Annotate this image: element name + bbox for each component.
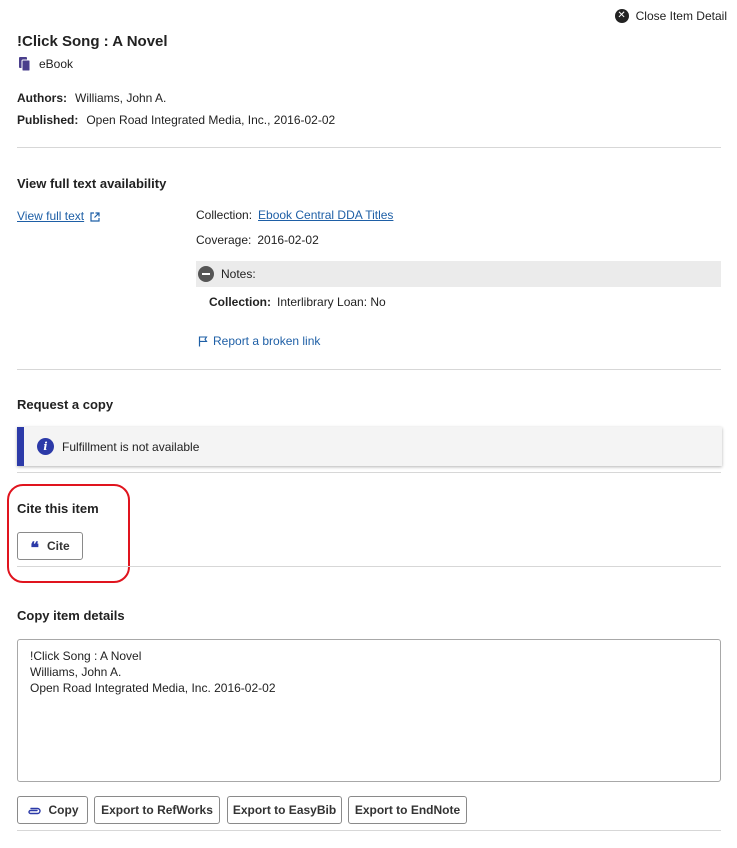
report-broken-link[interactable]: Report a broken link xyxy=(198,334,320,348)
request-heading: Request a copy xyxy=(17,397,114,412)
highlight-annotation xyxy=(7,484,130,583)
copy-details-heading: Copy item details xyxy=(17,608,125,623)
collection-link[interactable]: Ebook Central DDA Titles xyxy=(258,208,393,222)
coverage-field: Coverage: 2016-02-02 xyxy=(196,233,319,247)
close-icon: ✕ xyxy=(614,9,629,23)
info-icon: i xyxy=(37,438,54,455)
notes-label: Notes: xyxy=(221,267,256,281)
fulfillment-info-box: i Fulfillment is not available xyxy=(17,427,722,466)
authors-label: Authors: xyxy=(17,91,67,105)
close-item-detail-label: Close Item Detail xyxy=(635,9,727,23)
view-full-text-link[interactable]: View full text xyxy=(17,209,100,223)
paperclip-icon xyxy=(27,805,41,815)
export-endnote-label: Export to EndNote xyxy=(354,803,461,817)
item-format-label: eBook xyxy=(39,57,74,71)
note-collection-value: Interlibrary Loan: No xyxy=(277,295,386,309)
published-value: Open Road Integrated Media, Inc., 2016-0… xyxy=(86,113,336,127)
flag-icon xyxy=(198,335,208,347)
authors-value: Williams, John A. xyxy=(75,91,167,105)
export-easybib-label: Export to EasyBib xyxy=(232,803,337,817)
external-link-icon xyxy=(90,211,100,222)
item-format: eBook xyxy=(19,57,73,71)
collapse-icon xyxy=(198,266,214,282)
notes-toggle[interactable]: Notes: xyxy=(196,261,721,287)
close-item-detail-button[interactable]: ✕ Close Item Detail xyxy=(614,9,727,23)
fulltext-heading: View full text availability xyxy=(17,176,167,191)
divider xyxy=(17,472,721,473)
export-refworks-label: Export to RefWorks xyxy=(101,803,213,817)
coverage-label: Coverage: xyxy=(196,233,252,247)
export-endnote-button[interactable]: Export to EndNote xyxy=(348,796,467,824)
collection-field: Collection: Ebook Central DDA Titles xyxy=(196,208,393,222)
item-details-textarea[interactable]: !Click Song : A Novel Williams, John A. … xyxy=(17,639,721,782)
divider xyxy=(17,830,721,831)
ebook-icon xyxy=(19,57,30,71)
fulfillment-message: Fulfillment is not available xyxy=(62,439,200,454)
coverage-value: 2016-02-02 xyxy=(257,233,319,247)
copy-button-label: Copy xyxy=(48,803,79,817)
view-full-text-label[interactable]: View full text xyxy=(17,209,84,223)
divider xyxy=(17,147,721,148)
export-refworks-button[interactable]: Export to RefWorks xyxy=(94,796,220,824)
authors-row: Authors: Williams, John A. xyxy=(17,91,166,105)
collection-label: Collection: xyxy=(196,208,253,222)
published-label: Published: xyxy=(17,113,79,127)
divider xyxy=(17,369,721,370)
published-row: Published: Open Road Integrated Media, I… xyxy=(17,113,335,127)
export-easybib-button[interactable]: Export to EasyBib xyxy=(227,796,342,824)
item-title: !Click Song : A Novel xyxy=(17,33,168,50)
report-broken-link-label[interactable]: Report a broken link xyxy=(213,334,320,348)
divider xyxy=(17,566,721,567)
note-collection-label: Collection: xyxy=(209,295,271,309)
copy-button[interactable]: Copy xyxy=(17,796,88,824)
note-collection-row: Collection: Interlibrary Loan: No xyxy=(209,295,386,309)
